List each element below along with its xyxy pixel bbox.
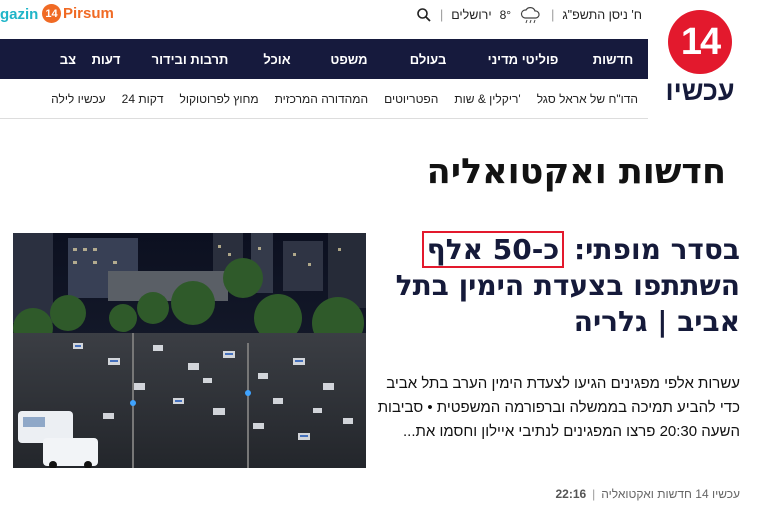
main-nav: חדשות פוליטי מדיני בעולם משפט אוכל תרבות… [0, 39, 648, 79]
article-meta: עכשיו 14 חדשות ואקטואליה | 22:16 [555, 487, 740, 501]
city-name[interactable]: ירושלים [451, 8, 491, 22]
nav-item-news[interactable]: חדשות [578, 52, 648, 67]
article-time: 22:16 [555, 487, 587, 501]
headline-start: בסדר מופתי: [564, 233, 740, 266]
article-summary[interactable]: עשרות אלפי מפגינים הגיעו לצעדת הימין הער… [375, 372, 740, 444]
subnav-item-riklin[interactable]: ריקלין & שות' [454, 92, 520, 106]
nav-item-world[interactable]: בעולם [388, 52, 468, 67]
separator: | [439, 8, 444, 22]
magazin-link[interactable]: gazin [0, 6, 38, 23]
top-info: ח' ניסן התשפ"ג | 8° ירושלים | [416, 6, 642, 24]
temperature: 8° [499, 8, 512, 22]
pirsum-badge: 14 [42, 4, 61, 23]
pirsum-label: Pirsum [63, 5, 114, 22]
site-logo[interactable]: 14 עכשיו [660, 10, 740, 110]
weather-rain-icon [520, 7, 540, 24]
subnav-item-24-minutes[interactable]: 24 דקות [122, 92, 164, 106]
nav-item-culture[interactable]: תרבות ובידור [136, 52, 244, 67]
nav-item-food[interactable]: אוכל [244, 52, 310, 67]
nav-item-law[interactable]: משפט [310, 52, 388, 67]
sub-nav: הדו"ח של אראל סגל ריקלין & שות' הפטריוטי… [0, 80, 648, 119]
section-title: חדשות ואקטואליה [426, 152, 726, 192]
article-photo[interactable] [13, 233, 366, 468]
subnav-item-off-protocol[interactable]: מחוץ לפרוטוקול [180, 92, 259, 106]
top-bar: gazin 14 Pirsum ח' ניסן התשפ"ג | 8° ירוש… [0, 0, 768, 30]
pirsum-link[interactable]: 14 Pirsum [42, 4, 114, 23]
separator: | [592, 487, 596, 501]
search-icon[interactable] [416, 7, 432, 23]
nav-item-more[interactable]: צב [36, 52, 76, 67]
headline-end: השתתפו בצעדת הימין בתל אביב | גלריה [395, 269, 740, 338]
headline-highlight: כ-50 אלף [421, 231, 565, 268]
protest-photo-image [13, 233, 366, 468]
logo-badge: 14 [668, 10, 732, 74]
nav-item-opinions[interactable]: דעות [76, 52, 136, 67]
subnav-item-erel-segal[interactable]: הדו"ח של אראל סגל [537, 92, 638, 106]
article-source: עכשיו 14 חדשות ואקטואליה [601, 487, 740, 501]
subnav-item-now-night[interactable]: עכשיו לילה [51, 92, 106, 106]
separator: | [551, 8, 555, 22]
nav-item-politics[interactable]: פוליטי מדיני [468, 52, 578, 67]
hebrew-date: ח' ניסן התשפ"ג [562, 8, 642, 22]
article-headline[interactable]: בסדר מופתי: כ-50 אלף השתתפו בצעדת הימין … [380, 231, 740, 340]
subnav-item-patriots[interactable]: הפטריוטים [384, 92, 438, 106]
logo-wordmark: עכשיו [665, 76, 735, 106]
subnav-item-main-edition[interactable]: המהדורה המרכזית [275, 92, 368, 106]
